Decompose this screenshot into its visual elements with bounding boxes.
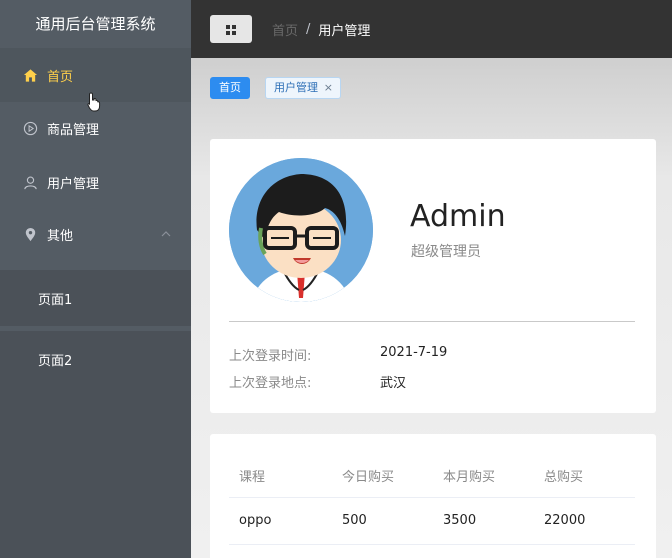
table-header-total: 总购买: [544, 470, 584, 485]
last-login-time-label: 上次登录时间:: [229, 349, 312, 364]
app-title: 通用后台管理系统: [0, 0, 191, 48]
table-header-month: 本月购买: [443, 470, 496, 485]
avatar: [229, 158, 373, 302]
tag-label: 用户管理: [274, 81, 318, 94]
table-header-course: 课程: [239, 470, 266, 485]
sidebar-item-users[interactable]: 用户管理: [0, 155, 191, 209]
user-role: 超级管理员: [411, 244, 481, 260]
table-header-today: 今日购买: [342, 470, 395, 485]
user-name: Admin: [410, 199, 506, 234]
collapse-menu-button[interactable]: [210, 15, 252, 43]
table-cell-total: 22000: [544, 513, 586, 528]
submenu-background: [0, 387, 191, 558]
tag-user-management[interactable]: 用户管理 ×: [265, 77, 341, 99]
table-cell-course: oppo: [239, 513, 272, 528]
breadcrumb: 首页 / 用户管理: [272, 20, 370, 39]
video-play-icon: [22, 120, 38, 136]
sidebar-item-label: 其他: [47, 228, 74, 244]
sidebar-item-label: 用户管理: [47, 176, 100, 192]
close-icon[interactable]: ×: [324, 78, 333, 98]
grid-menu-icon: [226, 20, 236, 39]
table-row-divider: [229, 544, 635, 545]
table-cell-month: 3500: [443, 513, 477, 528]
breadcrumb-current: 用户管理: [318, 23, 371, 39]
main-content: 首页 用户管理 × Admin 超级管理员 上次登录时间: 2021-7-19 …: [191, 58, 672, 558]
divider: [229, 321, 635, 322]
sidebar-subitem-page1[interactable]: 页面1: [0, 270, 191, 326]
sidebar-subitem-page2[interactable]: 页面2: [0, 331, 191, 387]
user-icon: [22, 174, 38, 190]
tag-home[interactable]: 首页: [210, 77, 250, 99]
breadcrumb-home[interactable]: 首页: [272, 20, 298, 39]
last-login-place-value: 武汉: [380, 376, 407, 391]
sidebar-item-other[interactable]: 其他: [0, 207, 191, 261]
location-icon: [22, 226, 38, 242]
last-login-place-label: 上次登录地点:: [229, 376, 312, 391]
sidebar: 通用后台管理系统 首页 商品管理 用户管理 其他 页面1 页面2: [0, 0, 191, 558]
top-header: 首页 / 用户管理: [191, 0, 672, 58]
sidebar-subitem-label: 页面2: [38, 353, 73, 369]
home-icon: [22, 67, 38, 83]
sidebar-item-label: 首页: [47, 69, 74, 85]
purchase-table-card: 课程 今日购买 本月购买 总购买 oppo 500 3500 22000: [210, 434, 656, 558]
table-row-divider: [229, 497, 635, 498]
chevron-up-icon[interactable]: [161, 227, 171, 242]
user-info-card: Admin 超级管理员 上次登录时间: 2021-7-19 上次登录地点: 武汉: [210, 139, 656, 413]
table-cell-today: 500: [342, 513, 367, 528]
last-login-time-value: 2021-7-19: [380, 345, 448, 360]
breadcrumb-separator: /: [306, 21, 311, 37]
sidebar-item-label: 商品管理: [47, 122, 100, 138]
sidebar-subitem-label: 页面1: [38, 292, 73, 308]
tag-label: 首页: [219, 81, 241, 94]
mouse-cursor-icon: [87, 92, 101, 116]
